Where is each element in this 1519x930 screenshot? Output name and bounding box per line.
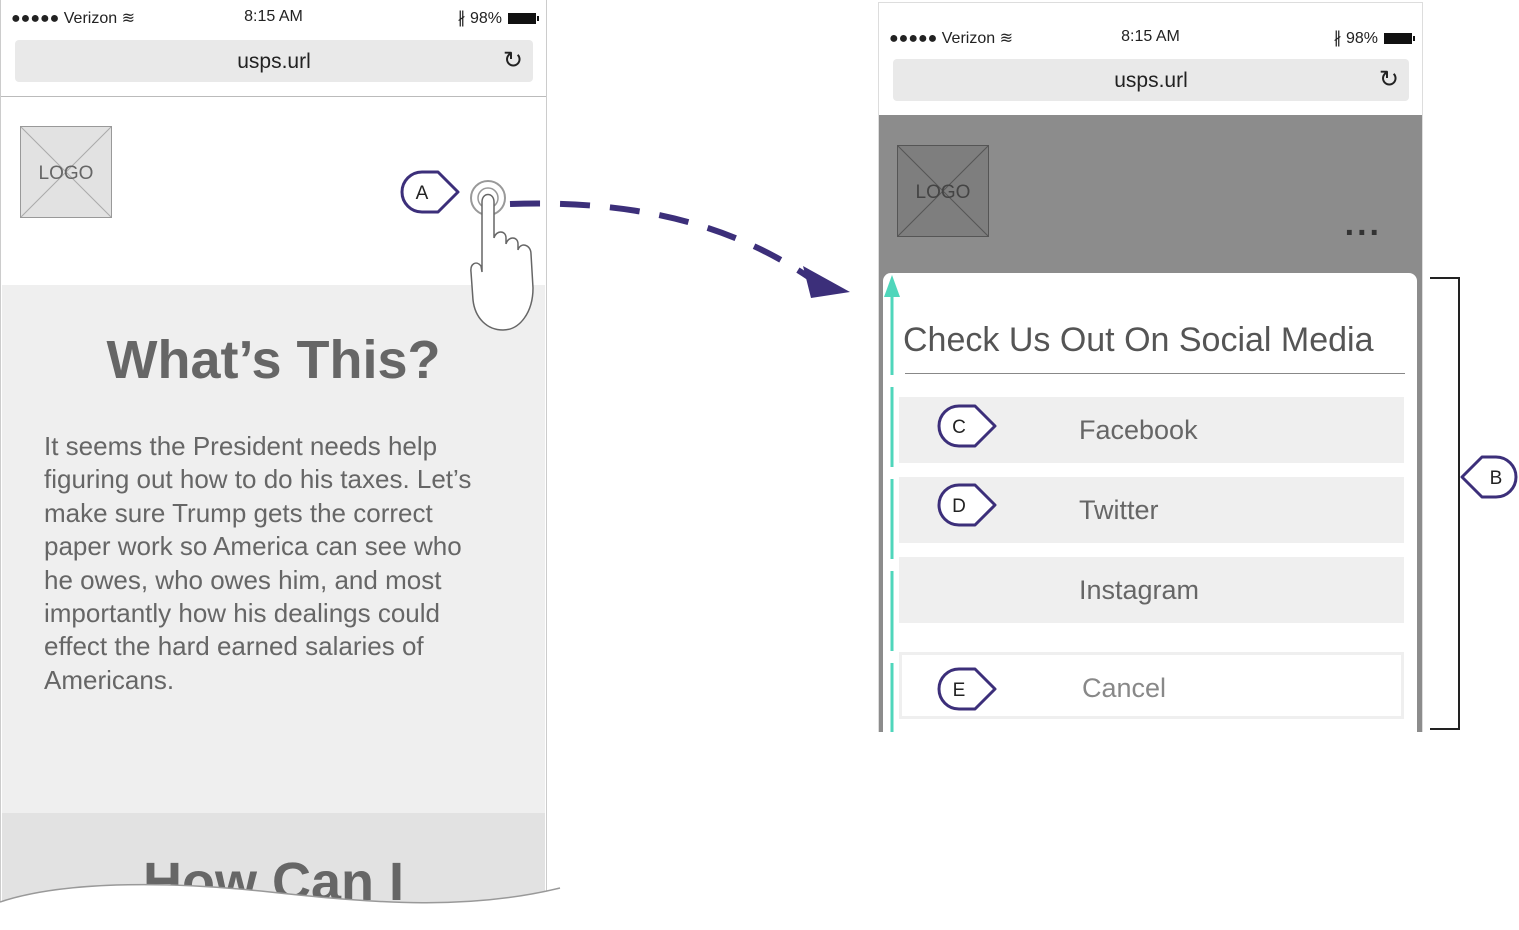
logo-label: LOGO xyxy=(915,182,971,203)
url-text: usps.url xyxy=(237,50,311,73)
option-label: Twitter xyxy=(1079,495,1159,525)
logo[interactable]: LOGO xyxy=(20,126,112,218)
callout-c: C xyxy=(937,404,997,448)
flow-arrow xyxy=(509,200,850,298)
section-title: What’s This? xyxy=(106,330,441,390)
option-label: Facebook xyxy=(1079,415,1198,445)
whats-this-section: What’s This? It seems the President need… xyxy=(2,285,545,813)
status-bar: ●●●●● Verizon ≋ 8:15 AM ∦ 98% xyxy=(879,20,1422,50)
header-divider xyxy=(1,96,546,97)
address-bar[interactable]: usps.url ↻ xyxy=(15,40,533,82)
callout-d: D xyxy=(937,483,997,527)
svg-text:B: B xyxy=(1490,468,1503,489)
logo: LOGO xyxy=(897,145,989,237)
instagram-option[interactable]: Instagram xyxy=(899,557,1404,623)
sheet-title: Check Us Out On Social Media xyxy=(903,321,1374,359)
svg-text:D: D xyxy=(952,496,966,517)
section-body: It seems the President needs help figuri… xyxy=(44,431,472,695)
title-divider xyxy=(905,373,1405,374)
menu-dots-icon[interactable]: ... xyxy=(1345,205,1382,244)
address-bar[interactable]: usps.url ↻ xyxy=(893,59,1409,101)
reload-icon[interactable]: ↻ xyxy=(503,46,523,75)
bluetooth-icon: ∦ xyxy=(457,10,466,27)
right-phone-screen: ●●●●● Verizon ≋ 8:15 AM ∦ 98% usps.url ↻… xyxy=(878,2,1423,732)
scroll-up-indicator xyxy=(884,275,900,732)
bracket-b xyxy=(1430,277,1460,730)
callout-b: B xyxy=(1460,455,1518,499)
option-label: Instagram xyxy=(1079,575,1200,605)
reload-icon[interactable]: ↻ xyxy=(1379,65,1399,94)
battery-status: ∦ 98% xyxy=(457,8,539,28)
battery-icon xyxy=(1384,33,1415,44)
battery-status: ∦ 98% xyxy=(1333,28,1415,48)
torn-edge xyxy=(0,883,570,930)
status-bar: ●●●●● Verizon ≋ 8:15 AM ∦ 98% xyxy=(1,0,546,30)
callout-a: A xyxy=(400,170,460,214)
url-text: usps.url xyxy=(1114,69,1188,92)
bluetooth-icon: ∦ xyxy=(1333,30,1342,47)
cancel-label: Cancel xyxy=(1082,673,1167,703)
battery-icon xyxy=(508,13,539,24)
svg-text:E: E xyxy=(953,680,966,701)
callout-e: E xyxy=(937,667,997,711)
logo-label: LOGO xyxy=(38,163,94,184)
svg-text:A: A xyxy=(416,183,429,204)
left-phone-screen: ●●●●● Verizon ≋ 8:15 AM ∦ 98% usps.url ↻… xyxy=(0,0,547,930)
svg-text:C: C xyxy=(952,417,966,438)
